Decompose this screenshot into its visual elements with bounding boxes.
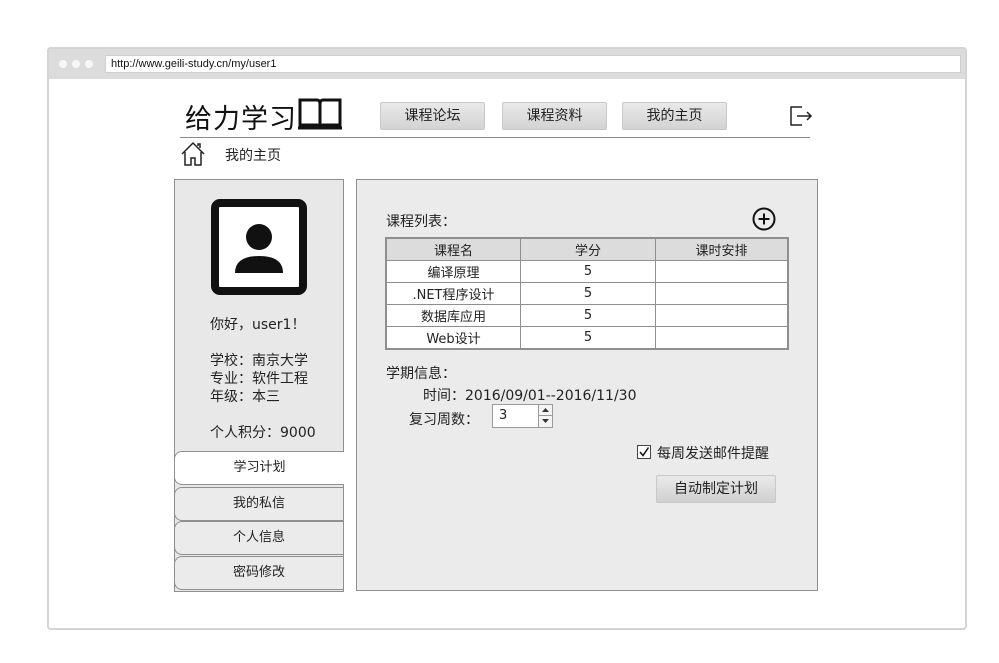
credit-cell[interactable]: 5	[520, 282, 656, 305]
greeting-text: 你好，user1！	[210, 317, 306, 333]
column-header[interactable]: 课时安排	[655, 237, 789, 261]
term-time-text: 时间：2016/09/01--2016/11/30	[423, 388, 637, 404]
window-dot-icon[interactable]	[72, 60, 80, 68]
book-icon	[298, 98, 342, 130]
course-name-cell[interactable]: .NET程序设计	[385, 282, 521, 305]
review-weeks-stepper[interactable]: 3	[492, 404, 553, 428]
window-dot-icon[interactable]	[85, 60, 93, 68]
table-row[interactable]: 编译原理 5	[385, 260, 789, 283]
nav-course-materials-button[interactable]: 课程资料	[502, 102, 607, 130]
table-header-row: 课程名 学分 课时安排	[385, 237, 789, 261]
tab-study-plan[interactable]: 学习计划	[174, 451, 344, 485]
schedule-cell[interactable]	[655, 282, 789, 305]
review-weeks-value[interactable]: 3	[499, 408, 507, 423]
credit-cell[interactable]: 5	[520, 326, 656, 350]
schedule-cell[interactable]	[655, 260, 789, 283]
term-info-label: 学期信息：	[386, 366, 456, 382]
schedule-cell[interactable]	[655, 304, 789, 327]
tab-my-messages[interactable]: 我的私信	[174, 487, 344, 521]
window-dot-icon[interactable]	[59, 60, 67, 68]
browser-titlebar: http://www.geili-study.cn/my/user1	[49, 49, 965, 79]
auto-plan-button[interactable]: 自动制定计划	[656, 475, 776, 503]
table-row[interactable]: .NET程序设计 5	[385, 282, 789, 305]
column-header[interactable]: 课程名	[385, 237, 521, 261]
grade-text: 年级：本三	[210, 389, 280, 405]
credit-cell[interactable]: 5	[520, 304, 656, 327]
header-divider	[180, 137, 810, 138]
add-icon[interactable]	[752, 207, 776, 231]
tab-password-change[interactable]: 密码修改	[174, 556, 344, 590]
nav-my-homepage-button[interactable]: 我的主页	[622, 102, 727, 130]
table-row[interactable]: 数据库应用 5	[385, 304, 789, 327]
course-name-cell[interactable]: 数据库应用	[385, 304, 521, 327]
nav-course-forum-button[interactable]: 课程论坛	[380, 102, 485, 130]
email-reminder-label[interactable]: 每周发送邮件提醒	[657, 443, 769, 463]
site-logo-text[interactable]: 给力学习	[185, 97, 297, 136]
checkbox-check-icon	[639, 447, 650, 457]
url-bar[interactable]: http://www.geili-study.cn/my/user1	[105, 55, 961, 73]
exit-icon[interactable]	[789, 104, 813, 128]
course-list-label: 课程列表：	[386, 214, 456, 230]
course-name-cell[interactable]: 编译原理	[385, 260, 521, 283]
column-header[interactable]: 学分	[520, 237, 656, 261]
spinner-down-icon[interactable]	[538, 416, 552, 427]
course-table: 课程名 学分 课时安排 编译原理 5 .NET程序设计 5 数据库应用 5 We…	[385, 237, 789, 350]
avatar-icon	[211, 199, 307, 295]
school-text: 学校：南京大学	[210, 353, 308, 369]
credit-cell[interactable]: 5	[520, 260, 656, 283]
spinner-up-icon[interactable]	[538, 405, 552, 416]
schedule-cell[interactable]	[655, 326, 789, 350]
review-weeks-label: 复习周数：	[409, 412, 479, 428]
breadcrumb[interactable]: 我的主页	[225, 145, 281, 165]
home-icon[interactable]	[180, 141, 206, 167]
table-row[interactable]: Web设计 5	[385, 326, 789, 350]
points-text: 个人积分：9000	[210, 425, 316, 441]
tab-personal-info[interactable]: 个人信息	[174, 521, 344, 555]
email-reminder-checkbox[interactable]	[637, 445, 651, 459]
major-text: 专业：软件工程	[210, 371, 308, 387]
course-name-cell[interactable]: Web设计	[385, 326, 521, 350]
